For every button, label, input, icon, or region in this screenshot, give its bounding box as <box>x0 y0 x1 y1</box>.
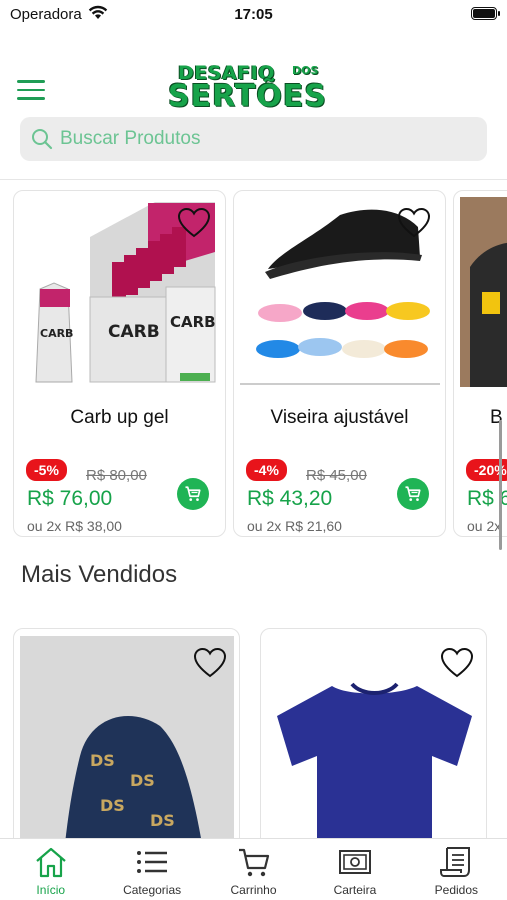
product-name: Viseira ajustável <box>270 407 409 428</box>
battery-icon <box>471 7 500 20</box>
tab-carteira[interactable]: Carteira <box>304 839 405 900</box>
product-card[interactable]: CARB CARB CARB Carb up gel -5% R$ 80,00 … <box>13 190 226 537</box>
wallet-icon <box>338 850 371 874</box>
product-carousel[interactable]: CARB CARB CARB Carb up gel -5% R$ 80,00 … <box>0 190 507 540</box>
logo-small: DOS <box>292 64 319 77</box>
cart-icon <box>238 848 269 877</box>
favorite-heart-icon[interactable] <box>397 207 431 239</box>
svg-text:DS: DS <box>130 771 155 790</box>
tab-pedidos[interactable]: Pedidos <box>406 839 507 900</box>
list-icon <box>137 851 168 873</box>
old-price: R$ 45,00 <box>306 467 367 484</box>
tab-label: Carteira <box>333 883 377 897</box>
clock: 17:05 <box>234 6 273 23</box>
search-placeholder: Buscar Produtos <box>60 128 201 149</box>
bottom-tab-bar: Início Categorias Carrinho Carteira Pedi… <box>0 838 507 900</box>
home-icon <box>35 847 66 878</box>
tab-label: Início <box>36 883 66 897</box>
search-input[interactable]: Buscar Produtos <box>20 117 487 161</box>
svg-text:CARB: CARB <box>108 322 160 342</box>
cart-icon <box>405 486 421 501</box>
favorite-heart-icon[interactable] <box>440 647 474 679</box>
product-image-black-cap <box>460 197 507 387</box>
add-to-cart-button[interactable] <box>177 478 209 510</box>
price: R$ 43,20 <box>247 487 333 510</box>
tab-label: Categorias <box>123 883 182 897</box>
price: R$ 76,00 <box>27 487 113 510</box>
installments: ou 2x R$ 38,00 <box>27 518 122 534</box>
installments: ou 2x R$ 21,60 <box>247 518 342 534</box>
add-to-cart-button[interactable] <box>397 478 429 510</box>
scroll-indicator <box>499 420 502 550</box>
divider <box>0 179 507 180</box>
product-card[interactable]: Viseira ajustável -4% R$ 45,00 R$ 43,20 … <box>233 190 446 537</box>
status-bar: Operadora 17:05 <box>0 0 507 30</box>
old-price: R$ 80,00 <box>86 467 147 484</box>
tab-inicio[interactable]: Início <box>0 839 101 900</box>
tab-carrinho[interactable]: Carrinho <box>203 839 304 900</box>
product-name: Carb up gel <box>70 407 169 428</box>
tab-label: Pedidos <box>434 883 479 897</box>
section-title: Mais Vendidos <box>21 561 178 588</box>
receipt-icon <box>440 847 471 877</box>
brand-logo: DESAFIO DOS SERTÕES <box>168 62 340 114</box>
menu-icon[interactable] <box>17 80 45 100</box>
search-icon <box>32 129 53 150</box>
svg-text:CARB: CARB <box>40 327 73 340</box>
svg-text:DS: DS <box>150 811 175 830</box>
logo-line2: SERTÕES <box>168 79 327 114</box>
cart-icon <box>185 486 201 501</box>
installments: ou 2x <box>467 518 502 534</box>
favorite-heart-icon[interactable] <box>193 647 227 679</box>
discount-badge: -5% <box>26 459 67 481</box>
discount-badge: -4% <box>246 459 287 481</box>
svg-text:CARB: CARB <box>170 313 216 331</box>
favorite-heart-icon[interactable] <box>177 207 211 239</box>
svg-text:DS: DS <box>100 796 125 815</box>
tab-categorias[interactable]: Categorias <box>101 839 202 900</box>
tab-label: Carrinho <box>230 883 277 897</box>
svg-text:DS: DS <box>90 751 115 770</box>
